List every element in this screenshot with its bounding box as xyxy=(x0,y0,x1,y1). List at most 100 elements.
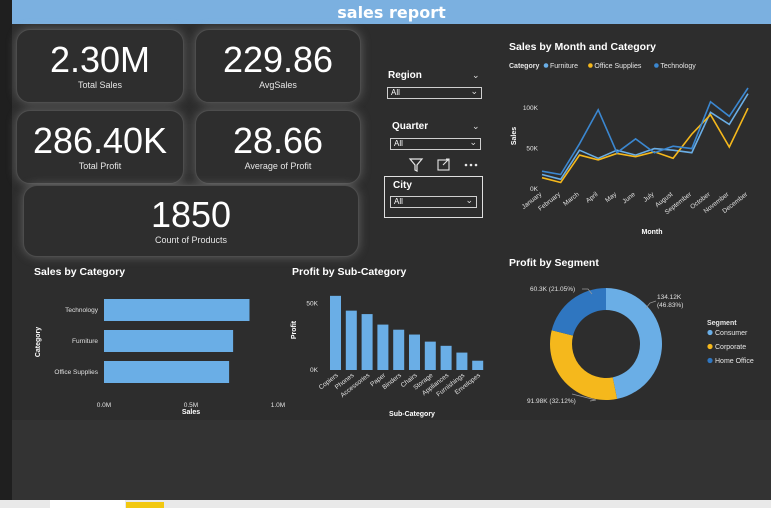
category-label: Office Supplies xyxy=(54,369,98,376)
kpi-value: 28.66 xyxy=(232,120,324,161)
y-axis-title: Category xyxy=(35,327,42,357)
line-chart[interactable]: Category Furniture Office Supplies Technol… xyxy=(500,56,766,242)
x-tick-label: 0.0M xyxy=(97,402,111,409)
legend-item[interactable]: Technology xyxy=(660,63,696,70)
subcategory-bar[interactable] xyxy=(361,314,373,370)
city-dropdown[interactable]: All ⌄ xyxy=(390,195,477,208)
line-legend: Furniture Office Supplies Technology xyxy=(543,63,696,70)
legend-title: Category xyxy=(509,63,539,70)
category-bar[interactable] xyxy=(104,299,250,321)
segment-chart-title: Profit by Segment xyxy=(509,257,599,269)
chevron-down-icon[interactable]: ⌄ xyxy=(472,70,480,81)
donut-label: 60.3K (21.05%) xyxy=(530,286,575,293)
category-bar-chart[interactable]: TechnologyFurnitureOffice Supplies 0.0M 0… xyxy=(28,280,290,420)
subcategory-bar[interactable] xyxy=(456,352,468,370)
legend-marker xyxy=(543,63,549,68)
page-tab[interactable] xyxy=(50,500,125,508)
kpi-card-avg-profit: 28.66 Average of Profit xyxy=(195,110,361,184)
filter-icon[interactable] xyxy=(408,158,424,172)
legend-item[interactable]: Home Office xyxy=(715,358,754,365)
quarter-dropdown[interactable]: All ⌄ xyxy=(390,137,481,150)
x-tick-label: May xyxy=(604,191,619,205)
legend-item[interactable]: Office Supplies xyxy=(594,63,641,70)
donut-slice-home-office[interactable] xyxy=(551,288,606,336)
kpi-card-count-products: 1850 Count of Products xyxy=(23,185,359,257)
subcategory-bar[interactable] xyxy=(330,295,341,370)
legend-marker xyxy=(707,343,713,350)
segment-legend: Consumer Corporate Home Office xyxy=(707,329,754,365)
left-strip xyxy=(0,0,12,500)
chevron-down-icon: ⌄ xyxy=(470,86,478,96)
x-axis-title: Sales xyxy=(182,409,200,416)
category-bars xyxy=(104,299,250,383)
kpi-label: AvgSales xyxy=(259,80,297,90)
donut-label: 134.12K xyxy=(657,294,682,301)
x-tick-label: June xyxy=(621,191,637,205)
x-tick-label: 0.5M xyxy=(184,402,198,409)
line-chart-title: Sales by Month and Category xyxy=(509,41,657,53)
quarter-slicer-label: Quarter xyxy=(392,121,429,132)
kpi-card-total-profit: 286.40K Total Profit xyxy=(16,110,184,184)
focus-mode-icon[interactable] xyxy=(437,158,450,171)
x-tick-label: March xyxy=(562,191,581,208)
region-slicer-label: Region xyxy=(388,70,422,81)
y-axis-title: Sales xyxy=(511,127,518,145)
category-label: Furniture xyxy=(72,338,98,345)
y-tick-label: 0K xyxy=(310,367,319,374)
x-tick-label: 1.0M xyxy=(271,402,285,409)
subcategory-bar[interactable] xyxy=(393,329,405,370)
donut-label: 91.98K (32.12%) xyxy=(527,398,576,405)
chevron-down-icon: ⌄ xyxy=(469,137,477,147)
x-axis-title: Month xyxy=(642,229,663,236)
subcategory-bar[interactable] xyxy=(377,324,389,370)
donut-slices xyxy=(550,288,663,400)
page-tab-active[interactable] xyxy=(126,502,164,508)
more-options-icon[interactable] xyxy=(464,163,478,167)
subcategory-bar[interactable] xyxy=(424,341,436,370)
x-axis-ticks: 0.0M 0.5M 1.0M xyxy=(97,402,285,409)
subcategory-chart-title: Profit by Sub-Category xyxy=(292,266,407,278)
city-slicer: City All ⌄ xyxy=(384,176,483,218)
subcategory-bar-chart[interactable]: 50K 0K CopiersPhonesAccessoriesPaperBinde… xyxy=(286,282,500,420)
subcategory-bar[interactable] xyxy=(345,310,357,370)
quarter-dropdown-value: All xyxy=(394,139,403,148)
kpi-value: 229.86 xyxy=(222,39,334,80)
category-chart-title: Sales by Category xyxy=(34,266,126,278)
kpi-value: 2.30M xyxy=(49,39,151,80)
x-axis-ticks: CopiersPhonesAccessoriesPaperBindersChai… xyxy=(318,372,483,400)
subcategory-bar[interactable] xyxy=(409,334,420,370)
kpi-card-avg-sales: 229.86 AvgSales xyxy=(195,29,361,103)
y-tick-label: 50K xyxy=(526,146,538,153)
legend-item[interactable]: Corporate xyxy=(715,344,746,351)
x-tick-label: April xyxy=(585,191,600,205)
y-axis-ticks: 100K50K0K xyxy=(523,105,539,193)
kpi-label: Count of Products xyxy=(154,235,228,245)
subcategory-bar[interactable] xyxy=(440,345,452,370)
kpi-label: Total Sales xyxy=(77,80,123,90)
segment-donut-chart[interactable]: 134.12K(46.83%) 91.98K (32.12%) 60.3K (21.… xyxy=(500,272,766,418)
kpi-value: 1850 xyxy=(150,194,232,235)
category-bar[interactable] xyxy=(104,330,234,352)
region-dropdown[interactable]: All ⌄ xyxy=(387,86,482,99)
category-label: Technology xyxy=(65,307,99,314)
legend-title: Segment xyxy=(707,320,737,327)
y-tick-label: 50K xyxy=(306,300,318,307)
legend-marker xyxy=(588,63,593,68)
legend-item[interactable]: Furniture xyxy=(550,63,578,70)
x-axis-ticks: JanuaryFebruary March April May June JulyAugu… xyxy=(521,191,750,217)
legend-marker xyxy=(707,329,713,336)
category-bar[interactable] xyxy=(104,361,230,383)
chevron-down-icon: ⌄ xyxy=(465,195,473,205)
legend-marker xyxy=(654,63,659,68)
kpi-value: 286.40K xyxy=(32,120,168,161)
donut-slice-consumer[interactable] xyxy=(606,288,663,399)
x-axis-title: Sub-Category xyxy=(389,411,435,418)
donut-slice-corporate[interactable] xyxy=(550,330,618,400)
legend-marker xyxy=(707,357,713,364)
legend-item[interactable]: Consumer xyxy=(715,330,748,337)
city-slicer-label: City xyxy=(393,180,412,191)
chevron-down-icon[interactable]: ⌄ xyxy=(472,121,480,132)
line-series xyxy=(541,87,749,184)
subcategory-bars xyxy=(330,295,484,370)
subcategory-bar[interactable] xyxy=(472,360,484,370)
